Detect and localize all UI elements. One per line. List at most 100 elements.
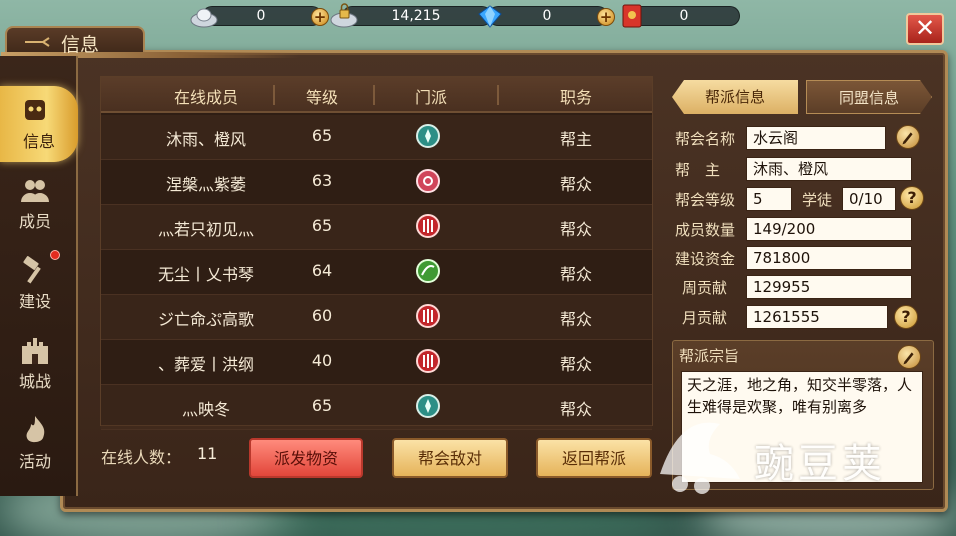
column-separator xyxy=(273,85,275,105)
diamond-value: 0 xyxy=(542,8,552,24)
return-to-guild-button[interactable]: 返回帮派 xyxy=(536,438,652,478)
sidebar-item-label: 活动 xyxy=(18,452,51,471)
column-header-member: 在线成员 xyxy=(173,88,238,107)
hammer-icon xyxy=(23,256,41,284)
online-count-label: 在线人数： xyxy=(101,448,182,467)
add-diamond-button[interactable]: + xyxy=(597,8,615,26)
member-count-label: 成员数量 xyxy=(675,221,736,239)
edit-motto-icon[interactable] xyxy=(897,345,921,369)
sidebar-item-members[interactable]: 成员 xyxy=(0,166,70,242)
silver-value: 0 xyxy=(256,8,266,24)
member-name: 灬映冬 xyxy=(181,400,230,419)
member-level: 40 xyxy=(311,351,333,370)
table-row[interactable]: 灬若只初见灬 65 帮众 xyxy=(101,205,652,250)
tab-guild-info[interactable]: 帮派信息 xyxy=(672,80,798,114)
online-members-table: 在线成员 等级 门派 职务 沐雨、橙风 65 帮主 涅槃灬紫萎 63 帮众 灬若… xyxy=(100,76,653,430)
weekly-contribution-field: 129955 xyxy=(746,275,912,299)
add-silver-button[interactable]: + xyxy=(311,8,329,26)
column-separator xyxy=(373,85,375,105)
flame-icon xyxy=(26,416,45,443)
member-role: 帮主 xyxy=(559,130,592,149)
sidebar: 信息 成员 建设 城战 活动 xyxy=(0,56,78,496)
envelope-value: 0 xyxy=(679,8,689,24)
member-level: 65 xyxy=(311,396,333,415)
sect-red-icon xyxy=(416,349,440,373)
member-level: 65 xyxy=(311,216,333,235)
envelope-resource: 0 xyxy=(622,4,740,28)
monthly-contribution-field: 1261555 xyxy=(746,305,888,329)
sidebar-item-activity[interactable]: 活动 xyxy=(0,406,70,482)
panel-title: 信息 xyxy=(61,34,100,56)
member-name: 、葬爱丨洪纲 xyxy=(157,355,254,374)
member-level: 60 xyxy=(311,306,333,325)
online-count-value: 11 xyxy=(197,444,218,463)
sidebar-item-build[interactable]: 建设 xyxy=(0,246,70,322)
apprentice-label: 学徒 xyxy=(802,191,833,209)
contribution-help-icon[interactable]: ? xyxy=(894,305,918,329)
funds-label: 建设资金 xyxy=(675,250,736,268)
member-role: 帮众 xyxy=(559,310,592,329)
guild-level-label: 帮会等级 xyxy=(675,191,736,209)
member-name: 无尘丨乂书琴 xyxy=(157,265,254,284)
column-separator xyxy=(497,85,499,105)
member-role: 帮众 xyxy=(559,265,592,284)
table-row[interactable]: 、葬爱丨洪纲 40 帮众 xyxy=(101,340,652,385)
castle-icon xyxy=(22,338,48,364)
watermark-text: 豌豆荚 xyxy=(754,441,886,487)
member-count-field: 149/200 xyxy=(746,217,912,241)
silver-resource: 0 + xyxy=(190,6,329,28)
distribute-supplies-button[interactable]: 派发物资 xyxy=(249,438,363,478)
title-ornament-icon xyxy=(25,37,50,47)
member-role: 帮众 xyxy=(559,400,592,419)
watermark: 豌豆荚 xyxy=(650,400,930,510)
panel-title-tab: 信息 xyxy=(1,26,301,58)
sidebar-item-city-war[interactable]: 城战 xyxy=(0,326,70,402)
member-level: 63 xyxy=(311,171,333,190)
table-row[interactable]: ジ亡命ぷ高歌 60 帮众 xyxy=(101,295,652,340)
guild-level-field: 5 xyxy=(746,187,792,211)
table-body: 沐雨、橙风 65 帮主 涅槃灬紫萎 63 帮众 灬若只初见灬 65 帮众 无尘丨… xyxy=(101,115,652,430)
sidebar-item-label: 建设 xyxy=(18,292,51,311)
table-row[interactable]: 涅槃灬紫萎 63 帮众 xyxy=(101,160,652,205)
sidebar-item-label: 信息 xyxy=(22,132,55,151)
sidebar-item-label: 城战 xyxy=(18,372,51,391)
close-button[interactable]: ✕ xyxy=(906,13,944,45)
info-icon xyxy=(25,100,45,120)
table-row[interactable]: 沐雨、橙风 65 帮主 xyxy=(101,115,652,160)
sect-teal-icon xyxy=(416,394,440,418)
member-role: 帮众 xyxy=(559,220,592,239)
edit-name-icon[interactable] xyxy=(896,125,920,149)
sidebar-item-info[interactable]: 信息 xyxy=(0,86,78,162)
member-role: 帮众 xyxy=(559,175,592,194)
apprentice-help-icon[interactable]: ? xyxy=(900,186,924,210)
watermark-logo-icon xyxy=(660,422,740,494)
table-row[interactable]: 灬映冬 65 帮众 xyxy=(101,385,652,430)
motto-label: 帮派宗旨 xyxy=(679,347,740,365)
member-name: ジ亡命ぷ高歌 xyxy=(157,310,254,329)
column-header-level: 等级 xyxy=(305,88,338,107)
guild-hostility-button[interactable]: 帮会敌对 xyxy=(392,438,508,478)
funds-field: 781800 xyxy=(746,246,912,270)
column-header-sect: 门派 xyxy=(414,88,447,107)
table-row[interactable]: 无尘丨乂书琴 64 帮众 xyxy=(101,250,652,295)
monthly-contribution-label: 月贡献 xyxy=(682,309,728,327)
tab-alliance-info[interactable]: 同盟信息 xyxy=(806,80,932,114)
member-name: 涅槃灬紫萎 xyxy=(165,175,246,194)
sect-red-icon xyxy=(416,304,440,328)
sect-teal-icon xyxy=(416,124,440,148)
notification-badge xyxy=(50,250,60,260)
member-name: 灬若只初见灬 xyxy=(157,220,254,239)
members-icon xyxy=(21,180,49,202)
sect-green-icon xyxy=(416,259,440,283)
member-level: 65 xyxy=(311,126,333,145)
guild-name-field: 水云阁 xyxy=(746,126,886,150)
weekly-contribution-label: 周贡献 xyxy=(682,279,728,297)
column-header-role: 职务 xyxy=(559,88,592,107)
sidebar-item-label: 成员 xyxy=(18,212,51,231)
sect-pink-icon xyxy=(416,169,440,193)
member-name: 沐雨、橙风 xyxy=(165,130,246,149)
bound-silver-resource: 14,215 xyxy=(330,3,492,28)
sect-red-icon xyxy=(416,214,440,238)
member-level: 64 xyxy=(311,261,333,280)
table-header: 在线成员 等级 门派 职务 xyxy=(101,77,652,113)
